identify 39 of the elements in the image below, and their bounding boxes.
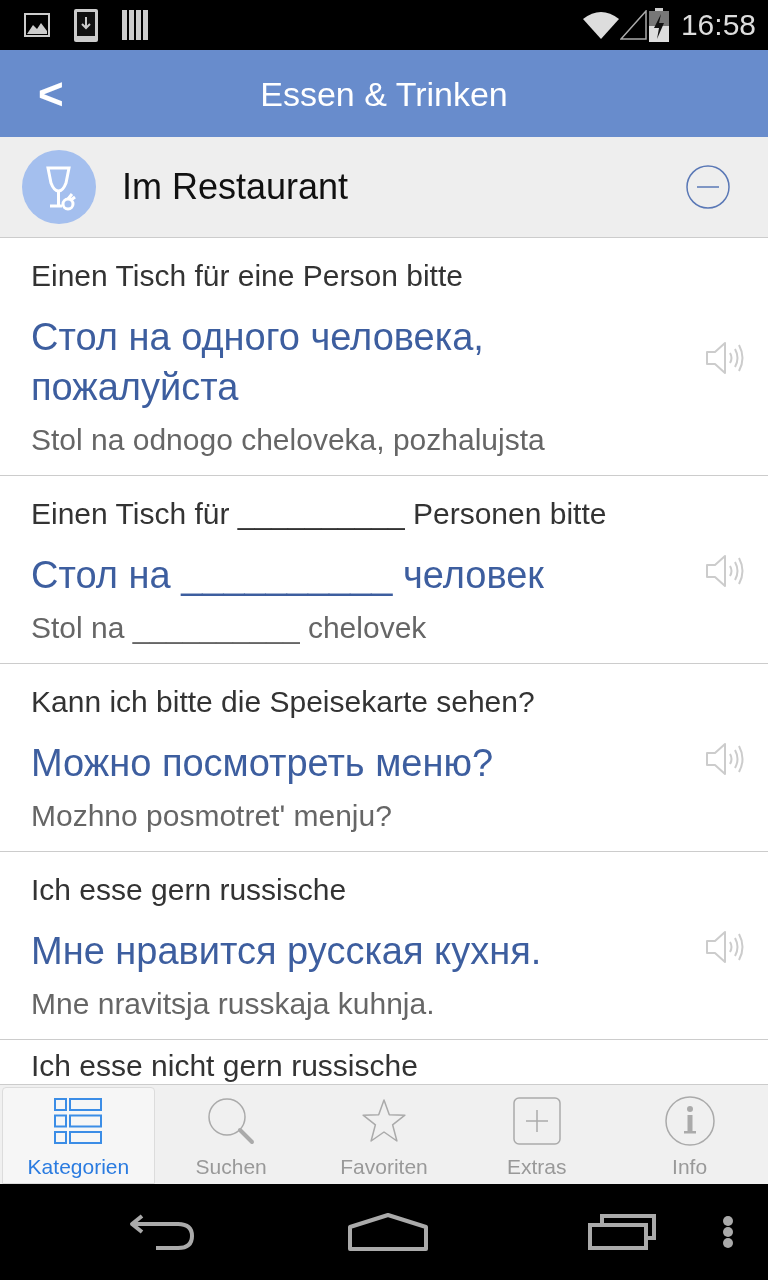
german-phrase: Ich esse gern russische <box>31 872 348 908</box>
signal-icon <box>619 10 647 40</box>
page-title: Essen & Trinken <box>259 73 509 114</box>
recent-apps-icon[interactable] <box>588 1214 656 1250</box>
transliteration: Stol na odnogo cheloveka, pozhalujsta <box>31 422 546 458</box>
clock-time: 16:58 <box>680 8 756 42</box>
russian-phrase: Мне нравится русская кухня. <box>31 929 543 974</box>
transliteration: Mozhno posmotretʹ menju? <box>31 798 393 834</box>
image-icon <box>24 13 50 37</box>
transliteration: Mne nravitsja russkaja kuhnja. <box>31 986 436 1022</box>
russian-phrase: Можно посмотреть меню? <box>31 741 495 786</box>
glass-icon <box>22 150 96 224</box>
transliteration: Stol na __________ chelovek <box>31 610 428 646</box>
german-phrase: Ich esse nicht gern russische <box>31 1048 419 1084</box>
german-phrase: Kann ich bitte die Speisekarte sehen? <box>31 684 536 720</box>
menu-icon[interactable] <box>722 1216 734 1248</box>
stripes-icon <box>122 10 148 40</box>
tab[interactable]: Suchen <box>154 1087 308 1184</box>
german-phrase: Einen Tisch für __________ Personen bitte <box>31 496 608 532</box>
return-arrow-icon[interactable] <box>128 1213 196 1251</box>
plus-square-icon <box>512 1097 561 1145</box>
russian-phrase: Стол на одного человека, пожалуйста <box>31 315 485 410</box>
home-icon[interactable] <box>348 1213 428 1251</box>
download-icon <box>74 8 98 42</box>
russian-phrase: Стол на __________ человек <box>31 553 545 598</box>
battery-icon <box>648 8 669 42</box>
star-icon <box>360 1098 408 1144</box>
list-icon <box>54 1098 103 1144</box>
wifi-icon <box>581 10 620 40</box>
tab[interactable]: Extras <box>460 1087 614 1184</box>
tab[interactable]: Favoriten <box>307 1087 461 1184</box>
tab[interactable]: Info <box>613 1087 766 1184</box>
german-phrase: Einen Tisch für eine Person bitte <box>31 258 464 294</box>
info-icon <box>664 1096 715 1146</box>
search-icon <box>207 1097 256 1145</box>
tab[interactable]: Kategorien <box>2 1087 155 1184</box>
minus-circle-icon[interactable] <box>686 165 730 209</box>
category-title: Im Restaurant <box>122 166 350 208</box>
back-button[interactable]: < <box>38 68 64 119</box>
